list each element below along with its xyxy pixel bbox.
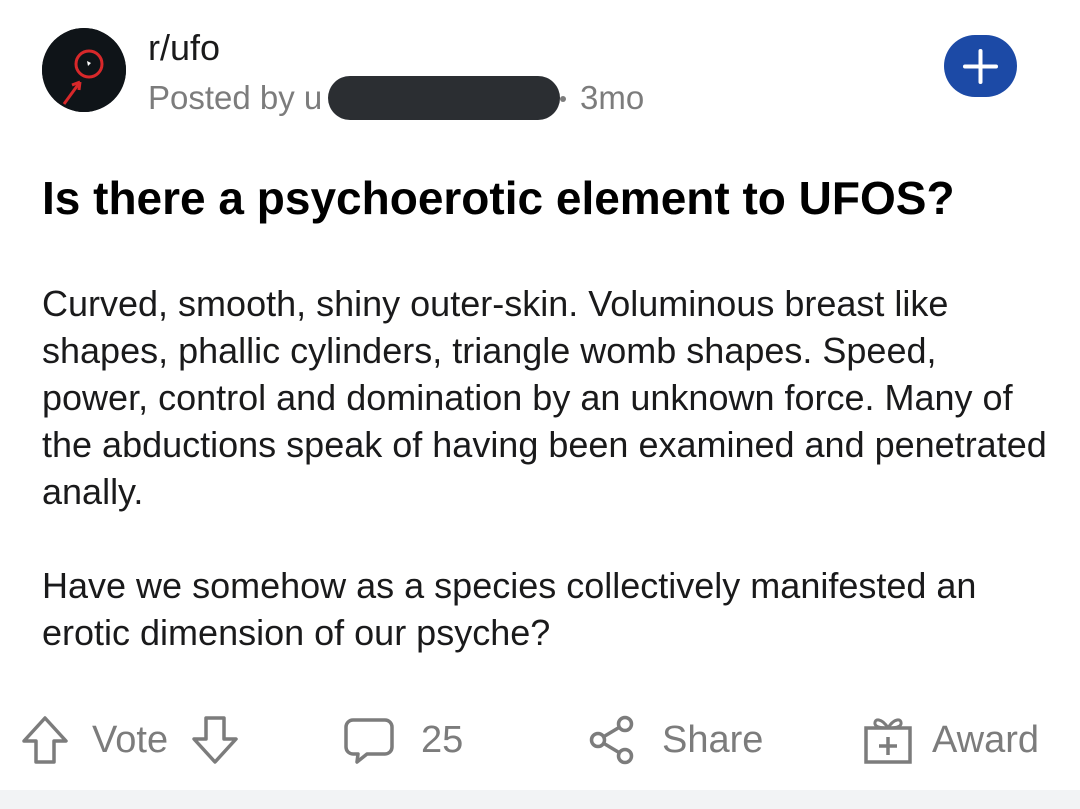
username-redaction	[328, 76, 560, 120]
action-bar: Vote 25 Share Award	[0, 706, 1080, 774]
post-meta: Posted by u 3mo	[148, 76, 644, 120]
comment-count: 25	[421, 718, 464, 761]
gift-icon	[864, 718, 912, 764]
award-button[interactable]: Award	[862, 706, 1039, 774]
posted-by-label[interactable]: Posted by u	[148, 78, 322, 118]
plus-icon	[963, 49, 998, 84]
share-button[interactable]: Share	[588, 706, 763, 774]
vote-control: Vote	[20, 706, 240, 774]
feed-divider	[0, 790, 1080, 809]
join-button[interactable]	[944, 35, 1017, 97]
ufo-avatar-icon	[42, 28, 126, 112]
vote-label: Vote	[92, 718, 169, 761]
post-card: r/ufo Posted by u 3mo Is there a psychoe…	[0, 0, 1080, 790]
speech-bubble-icon	[344, 718, 394, 764]
subreddit-avatar[interactable]	[42, 28, 126, 112]
arrow-down-icon[interactable]	[190, 714, 240, 766]
post-body[interactable]: Curved, smooth, shiny outer-skin. Volumi…	[42, 280, 1052, 703]
body-paragraph: Curved, smooth, shiny outer-skin. Volumi…	[42, 283, 1047, 512]
share-icon	[589, 715, 634, 765]
post-age: 3mo	[580, 79, 645, 116]
post-title[interactable]: Is there a psychoerotic element to UFOS?	[42, 168, 1052, 228]
body-paragraph: Have we somehow as a species collectivel…	[42, 565, 977, 653]
subreddit-name[interactable]: r/ufo	[148, 28, 220, 68]
comments-button[interactable]: 25	[343, 706, 463, 774]
arrow-up-icon[interactable]	[20, 714, 70, 766]
meta-separator-dot	[560, 96, 566, 102]
share-label: Share	[662, 718, 764, 761]
award-label: Award	[932, 718, 1040, 761]
